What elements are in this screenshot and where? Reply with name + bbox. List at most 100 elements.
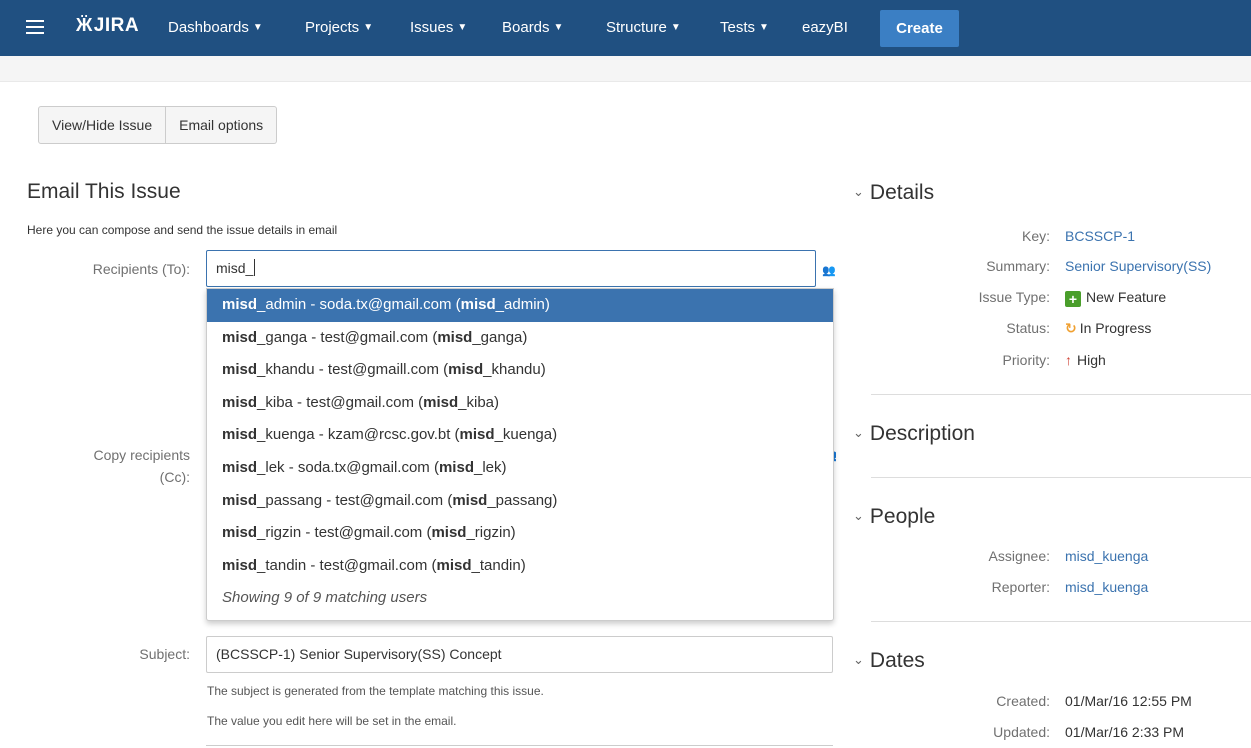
- nav-structure-label: Structure: [606, 19, 667, 36]
- issue-type-label: Issue Type:: [978, 289, 1050, 305]
- updated-value: 01/Mar/16 2:33 PM: [1065, 724, 1185, 740]
- status-text: In Progress: [1079, 320, 1152, 336]
- suggestion-text: _kuenga - kzam@rcsc.gov.bt (: [257, 426, 460, 444]
- nav-boards[interactable]: Boards ▼: [502, 19, 563, 36]
- match-text: misd: [437, 328, 473, 346]
- suggestion-item[interactable]: misd_kuenga - kzam@rcsc.gov.bt (misd_kue…: [207, 419, 833, 452]
- subject-help-text-2: The value you edit here will be set in t…: [207, 714, 457, 728]
- suggestion-text: _tandin - test@gmail.com (: [257, 556, 437, 574]
- suggestion-item[interactable]: misd_lek - soda.tx@gmail.com (misd_lek): [207, 452, 833, 485]
- description-heading: Description: [869, 422, 975, 445]
- issue-type-value: + New Feature: [1065, 289, 1166, 307]
- copy-recipients-label-line1: Copy recipients: [93, 447, 191, 463]
- priority-high-icon: ↑: [1065, 352, 1072, 368]
- nav-issues-label: Issues: [410, 19, 454, 36]
- suggestion-text: _lek - soda.tx@gmail.com (: [257, 458, 439, 476]
- suggestion-text: _ganga): [472, 328, 528, 346]
- nav-projects[interactable]: Projects ▼: [305, 19, 373, 36]
- suggestion-item[interactable]: misd_admin - soda.tx@gmail.com (misd_adm…: [207, 289, 833, 322]
- details-section-toggle[interactable]: ⌄ Details: [853, 181, 934, 205]
- people-section-toggle[interactable]: ⌄ People: [853, 505, 935, 529]
- nav-issues[interactable]: Issues ▼: [410, 19, 467, 36]
- match-text: misd: [423, 393, 459, 411]
- priority-text: High: [1077, 352, 1106, 368]
- updated-label: Updated:: [993, 724, 1050, 740]
- suggestion-text: _ganga - test@gmail.com (: [257, 328, 438, 346]
- key-value-link[interactable]: BCSSCP-1: [1065, 228, 1135, 244]
- subject-input[interactable]: (BCSSCP-1) Senior Supervisory(SS) Concep…: [206, 636, 833, 673]
- reporter-label: Reporter:: [991, 579, 1050, 595]
- priority-label: Priority:: [1002, 352, 1050, 368]
- dates-section-toggle[interactable]: ⌄ Dates: [853, 649, 925, 673]
- match-text: misd: [222, 524, 258, 542]
- suggestion-text: _kiba - test@gmail.com (: [257, 393, 424, 411]
- new-feature-icon: +: [1065, 291, 1081, 307]
- assignee-label: Assignee:: [988, 548, 1050, 564]
- nav-tests-label: Tests: [720, 19, 756, 36]
- jira-logo[interactable]: ӜJIRA: [76, 15, 139, 37]
- create-button[interactable]: Create: [880, 10, 959, 47]
- hamburger-menu-icon[interactable]: [26, 20, 44, 34]
- suggestion-item[interactable]: misd_ganga - test@gmail.com (misd_ganga): [207, 322, 833, 355]
- copy-recipients-label-line2: (Cc):: [159, 469, 190, 485]
- chevron-down-icon: ▼: [252, 22, 263, 33]
- suggestion-text: _kiba): [458, 393, 499, 411]
- nav-dashboards[interactable]: Dashboards ▼: [168, 19, 263, 36]
- divider: [871, 621, 1251, 622]
- match-text: misd: [222, 296, 258, 313]
- view-hide-issue-button[interactable]: View/Hide Issue: [38, 106, 167, 144]
- email-options-button[interactable]: Email options: [166, 106, 278, 144]
- divider: [871, 477, 1251, 478]
- summary-label: Summary:: [986, 258, 1050, 274]
- suggestion-item[interactable]: misd_khandu - test@gmaill.com (misd_khan…: [207, 354, 833, 387]
- page-description: Here you can compose and send the issue …: [27, 223, 338, 237]
- suggestion-text: _passang): [487, 491, 558, 509]
- chevron-down-icon: ▼: [759, 22, 769, 33]
- copy-recipients-label: Copy recipients (Cc):: [30, 447, 191, 485]
- suggestions-count: Showing 9 of 9 matching users: [222, 589, 428, 607]
- suggestion-item[interactable]: misd_rigzin - test@gmail.com (misd_rigzi…: [207, 517, 833, 550]
- nav-tests[interactable]: Tests ▼: [720, 19, 769, 36]
- nav-projects-label: Projects: [305, 19, 360, 36]
- nav-structure[interactable]: Structure ▼: [606, 19, 681, 36]
- match-text: misd: [222, 393, 258, 411]
- match-text: misd: [222, 458, 258, 476]
- nav-eazybi-label: eazyBI: [802, 19, 848, 36]
- user-picker-icon[interactable]: 👥: [822, 264, 836, 277]
- key-label: Key:: [1021, 228, 1050, 244]
- dates-heading: Dates: [869, 649, 925, 672]
- suggestion-text: _khandu): [483, 361, 546, 379]
- page-title: Email This Issue: [27, 180, 181, 203]
- created-label: Created:: [996, 693, 1050, 709]
- priority-value: ↑ High: [1065, 352, 1106, 368]
- suggestion-text: _admin - soda.tx@gmail.com (: [257, 296, 461, 313]
- suggestion-item[interactable]: misd_tandin - test@gmail.com (misd_tandi…: [207, 550, 833, 583]
- issue-toolbar: View/Hide Issue Email options: [38, 106, 278, 144]
- suggestion-item[interactable]: misd_passang - test@gmail.com (misd_pass…: [207, 485, 833, 518]
- issue-type-text: New Feature: [1086, 289, 1167, 305]
- assignee-link[interactable]: misd_kuenga: [1065, 548, 1148, 564]
- suggestion-text: _tandin): [471, 556, 526, 574]
- suggestion-text: _passang - test@gmail.com (: [257, 491, 453, 509]
- suggestion-text: _kuenga): [494, 426, 558, 444]
- chevron-down-icon: ▼: [670, 22, 681, 33]
- suggestion-text: _lek): [473, 458, 507, 476]
- reporter-link[interactable]: misd_kuenga: [1065, 579, 1148, 595]
- nav-eazybi[interactable]: eazyBI: [802, 19, 848, 36]
- description-section-toggle[interactable]: ⌄ Description: [853, 422, 975, 446]
- text-cursor: [254, 259, 256, 276]
- chevron-down-icon: ⌄: [853, 508, 864, 523]
- match-text: misd: [222, 426, 258, 444]
- recipients-to-input[interactable]: misd_: [206, 250, 816, 287]
- suggestion-item[interactable]: misd_kiba - test@gmail.com (misd_kiba): [207, 387, 833, 420]
- suggestion-text: _rigzin): [466, 524, 516, 542]
- people-heading: People: [869, 505, 936, 528]
- recipients-to-label: Recipients (To):: [92, 261, 190, 277]
- match-text: misd: [222, 361, 258, 379]
- sub-header-bar: [0, 56, 1251, 82]
- match-text: misd: [431, 524, 467, 542]
- match-text: misd: [459, 426, 495, 444]
- recipients-to-value: misd_: [216, 260, 254, 276]
- summary-value-link[interactable]: Senior Supervisory(SS): [1065, 258, 1211, 274]
- match-text: misd: [436, 556, 472, 574]
